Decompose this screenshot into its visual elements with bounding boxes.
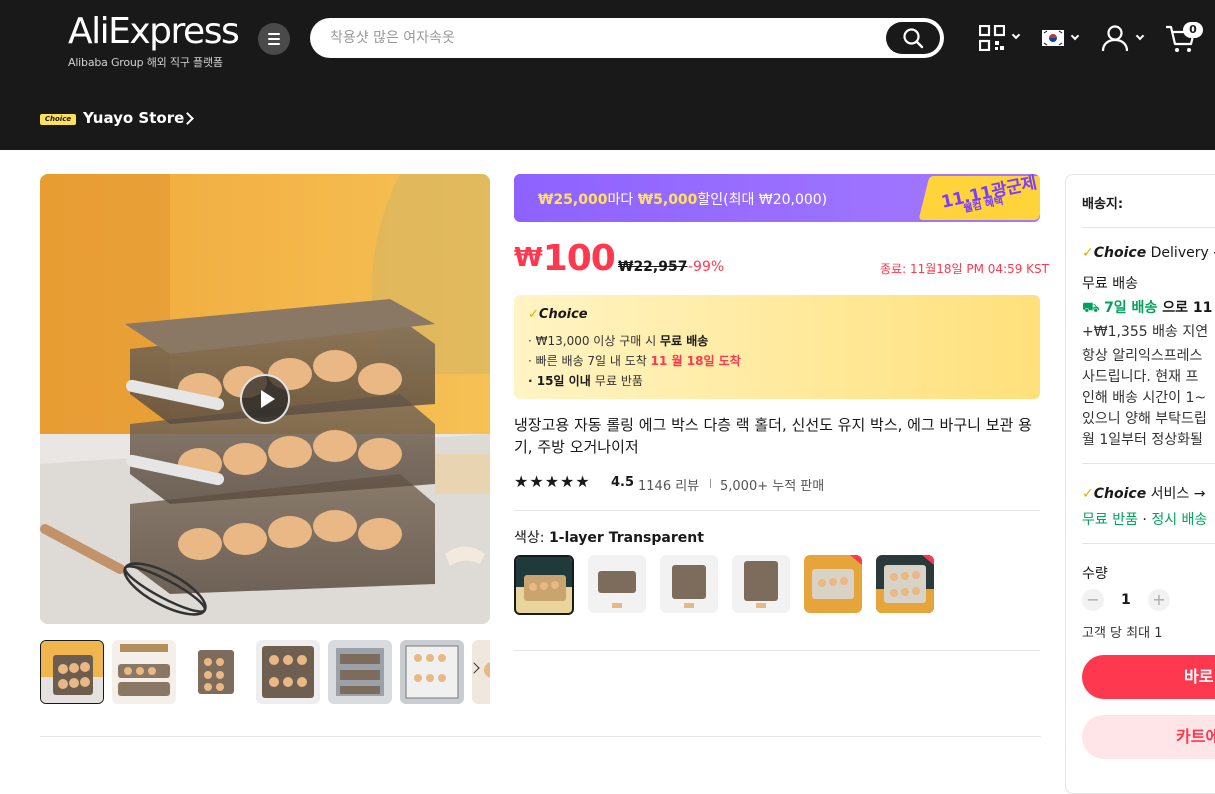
color-swatch-1[interactable] [514, 555, 574, 615]
quantity-limit: 고객 당 최대 1 [1082, 626, 1163, 641]
color-swatch-4[interactable] [732, 555, 790, 613]
thumbnail-4[interactable] [256, 640, 320, 704]
truck-icon: ⛟ [1082, 300, 1105, 316]
choice-benefits-box: ✓Choice · ₩13,000 이상 구매 시 무료 배송 · 빠른 배송 … [514, 295, 1040, 399]
choice-badge: Choice [40, 114, 76, 125]
chevron-down-icon [1011, 30, 1021, 40]
review-count-link[interactable]: 1146 리뷰 [638, 475, 699, 494]
cart-count-badge: 0 [1183, 22, 1203, 38]
quantity-value[interactable]: 1 [1121, 592, 1131, 608]
color-swatch-3[interactable] [660, 555, 718, 613]
rating-value: 4.5 [611, 475, 635, 490]
logo-text: AliExpress [68, 11, 240, 52]
divider [1082, 227, 1215, 228]
language-selector[interactable] [1042, 22, 1082, 54]
buy-now-button[interactable]: 바로 [1082, 655, 1215, 699]
qr-code-icon [979, 25, 1005, 51]
notice-line: 사드립니다. 현재 프 [1082, 369, 1199, 385]
divider [514, 650, 1040, 651]
sale-price: ₩100 [514, 238, 616, 279]
delivery-estimate: ⛟ 7일 배송 으로 11 [1082, 300, 1213, 316]
purchase-panel: 배송지: ✓Choice Delivery → 무료 배송 ⛟ 7일 배송 으로… [1065, 174, 1215, 794]
notice-line: 월 1일부터 정상화될 [1082, 432, 1203, 448]
search-bar [310, 18, 944, 58]
menu-button[interactable] [258, 23, 290, 55]
divider [710, 479, 711, 488]
choice-service-link[interactable]: ✓Choice 서비스 → [1082, 483, 1205, 503]
sale-deadline: 종료: 11월18일 PM 04:59 KST [880, 262, 1049, 276]
promo-text: ₩25,000마다 ₩5,000할인(최대 ₩20,000) [538, 192, 828, 208]
video-play-button[interactable] [240, 374, 290, 424]
search-input[interactable] [330, 27, 850, 49]
thumbnail-2[interactable] [112, 640, 176, 704]
notice-line: 인해 배송 시간이 1~ [1082, 390, 1207, 406]
choice-benefit-fast-delivery: · 빠른 배송 7일 내 도착 11 월 18일 도착 [528, 354, 741, 368]
color-swatch-2[interactable] [588, 555, 646, 613]
divider [1082, 463, 1215, 464]
checkmark-icon: ✓ [1082, 245, 1094, 261]
checkmark-icon: ✓ [1082, 486, 1094, 502]
thumbnail-1[interactable] [40, 640, 104, 704]
choice-title: ✓Choice [528, 307, 588, 322]
delivery-delay: +₩1,355 배송 지연 [1082, 324, 1209, 340]
quantity-label: 수량 [1082, 566, 1108, 582]
app-qr-button[interactable] [979, 22, 1027, 54]
color-swatch-6[interactable] [876, 555, 934, 613]
notice-line: 항상 알리익스프레스 [1082, 348, 1203, 364]
divider [1082, 543, 1215, 544]
aliexpress-logo[interactable]: AliExpress Alibaba Group 해외 직구 플랫폼 [68, 11, 240, 70]
search-icon [903, 28, 924, 49]
color-label: 색상: 1-layer Transparent [514, 530, 704, 546]
free-shipping-text: 무료 배송 [1082, 276, 1138, 292]
thumbnail-strip [40, 640, 490, 704]
service-list: 무료 반품 · 정시 배송 [1082, 512, 1208, 528]
top-header: AliExpress Alibaba Group 해외 직구 플랫폼 착용샷 많… [0, 0, 1215, 150]
user-icon [1101, 25, 1129, 52]
star-rating-icon: ★★★★★ [514, 472, 591, 491]
original-price: ₩22,957 [618, 259, 688, 275]
thumbnail-3[interactable] [184, 640, 248, 704]
account-button[interactable] [1101, 22, 1147, 54]
product-title: 냉장고용 자동 롤링 에그 박스 다층 랙 홀더, 신선도 유지 박스, 에그 … [514, 416, 1032, 456]
store-name: Yuayo Store [83, 109, 185, 127]
thumbnail-6[interactable] [400, 640, 464, 704]
quantity-decrease-button[interactable]: − [1082, 589, 1104, 611]
choice-benefit-free-shipping: · ₩13,000 이상 구매 시 무료 배송 [528, 334, 709, 348]
notice-line: 있으니 양해 부탁드립 [1082, 411, 1207, 427]
logo-subtitle: Alibaba Group 해외 직구 플랫폼 [68, 56, 223, 69]
add-to-cart-button[interactable]: 카트에 [1082, 715, 1215, 759]
main-product-image[interactable] [40, 174, 490, 624]
choice-delivery-link[interactable]: ✓Choice Delivery → [1082, 245, 1215, 261]
chevron-down-icon [1135, 31, 1145, 41]
quantity-increase-button[interactable]: + [1148, 589, 1170, 611]
ship-to-label[interactable]: 배송지: [1082, 193, 1123, 212]
hamburger-icon [268, 33, 280, 35]
thumbnail-5[interactable] [328, 640, 392, 704]
choice-benefit-free-return: · 15일 이내 무료 반품 [528, 374, 643, 388]
divider [514, 510, 1040, 511]
chevron-down-icon [1070, 31, 1080, 41]
discount-percent: -99% [688, 259, 725, 275]
sold-count: 5,000+ 누적 판매 [720, 479, 825, 494]
color-swatch-5[interactable] [804, 555, 862, 613]
checkmark-icon: ✓ [528, 307, 539, 322]
search-button[interactable] [886, 22, 940, 54]
divider [40, 736, 1041, 737]
korea-flag-icon [1042, 30, 1064, 46]
